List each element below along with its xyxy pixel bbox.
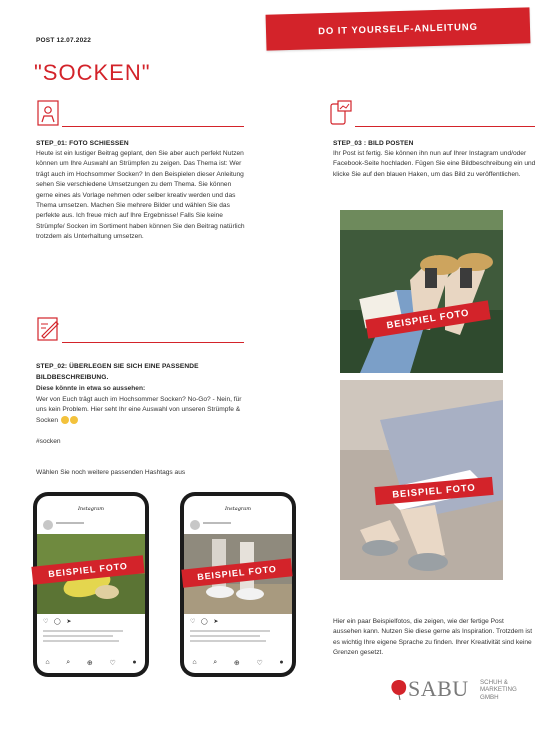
step1-divider bbox=[62, 126, 244, 128]
add-icon: ⊕ bbox=[233, 660, 240, 667]
caption-line bbox=[190, 635, 260, 637]
post-date: POST 12.07.2022 bbox=[36, 37, 92, 44]
logo-sub-line3: GMBH bbox=[480, 693, 499, 701]
bottom-nav: ⌂ ⌕ ⊕ ♡ ● bbox=[37, 659, 145, 667]
step2-divider bbox=[62, 342, 244, 344]
caption-line bbox=[43, 635, 113, 637]
step1-text: Heute ist ein lustiger Beitrag geplant, … bbox=[36, 150, 245, 241]
app-name: Instagram bbox=[77, 506, 105, 512]
post-action-icons: ♡ ◯ ➤ bbox=[190, 619, 221, 625]
hashtag-hint: Wählen Sie noch weitere passenden Hashta… bbox=[36, 469, 186, 476]
logo-brand: SABU bbox=[408, 676, 469, 701]
emoji-icon bbox=[69, 416, 78, 425]
camera-person-icon bbox=[37, 100, 59, 126]
banner-label: DO IT YOURSELF-ANLEITUNG bbox=[318, 21, 478, 37]
caption-line bbox=[43, 630, 123, 632]
example-photo-1 bbox=[340, 210, 503, 373]
profile-icon: ● bbox=[132, 659, 137, 666]
search-icon: ⌕ bbox=[66, 659, 71, 666]
poppy-flower-icon bbox=[391, 680, 407, 700]
search-icon: ⌕ bbox=[213, 659, 218, 666]
logo-sub-line1: SCHUH & bbox=[480, 679, 508, 686]
logo-subtitle: SCHUH & MARKETING GMBH bbox=[480, 679, 517, 701]
phone-screen: Instagram ♡ ◯ ➤ ⌂ ⌕ ⊕ ♡ ● bbox=[37, 496, 145, 673]
home-icon: ⌂ bbox=[192, 659, 197, 666]
closing-text: Hier ein paar Beispielfotos, die zeigen,… bbox=[333, 618, 533, 657]
step3-text: Ihr Post ist fertig. Sie können ihn nun … bbox=[333, 150, 536, 178]
page: POST 12.07.2022 DO IT YOURSELF-ANLEITUNG… bbox=[0, 0, 554, 751]
home-icon: ⌂ bbox=[45, 659, 50, 666]
post-action-icons: ♡ ◯ ➤ bbox=[43, 619, 74, 625]
heart-icon: ♡ bbox=[256, 660, 263, 667]
bottom-nav: ⌂ ⌕ ⊕ ♡ ● bbox=[184, 659, 292, 667]
hashtag: #socken bbox=[36, 438, 61, 445]
diy-banner: DO IT YOURSELF-ANLEITUNG bbox=[265, 7, 531, 51]
page-title: "SOCKEN" bbox=[34, 60, 151, 85]
sabu-logo: SABU SCHUH & MARKETING GMBH bbox=[388, 676, 517, 708]
username-placeholder bbox=[56, 522, 84, 524]
emoji-icon bbox=[60, 416, 69, 425]
pencil-paper-icon bbox=[37, 317, 59, 341]
phone-post-icon bbox=[330, 100, 352, 125]
app-name: Instagram bbox=[224, 506, 252, 512]
avatar bbox=[43, 520, 53, 530]
caption-line bbox=[43, 640, 119, 642]
add-icon: ⊕ bbox=[86, 660, 93, 667]
step3-heading: STEP_03 : BILD POSTEN bbox=[333, 140, 414, 147]
phone-mockup-1: Instagram ♡ ◯ ➤ ⌂ ⌕ ⊕ ♡ ● bbox=[33, 492, 149, 677]
caption-line bbox=[190, 640, 266, 642]
step2-heading-line1: STEP_02: ÜBERLEGEN SIE SICH EINE PASSEND… bbox=[36, 363, 199, 370]
username-placeholder bbox=[203, 522, 231, 524]
step2-caption-block: Wer von Euch trägt auch im Hochsommer So… bbox=[36, 395, 244, 426]
heart-icon: ♡ bbox=[109, 660, 116, 667]
step2-heading-line2: BILDBESCHREIBUNG. bbox=[36, 374, 109, 381]
step2-intro: Diese könnte in etwa so aussehen: bbox=[36, 385, 146, 392]
avatar bbox=[190, 520, 200, 530]
step1-heading: STEP_01: FOTO SCHIESSEN bbox=[36, 140, 129, 147]
logo-sub-line2: MARKETING bbox=[480, 686, 517, 694]
profile-icon: ● bbox=[279, 659, 284, 666]
step3-divider bbox=[355, 126, 535, 128]
caption-line bbox=[190, 630, 270, 632]
